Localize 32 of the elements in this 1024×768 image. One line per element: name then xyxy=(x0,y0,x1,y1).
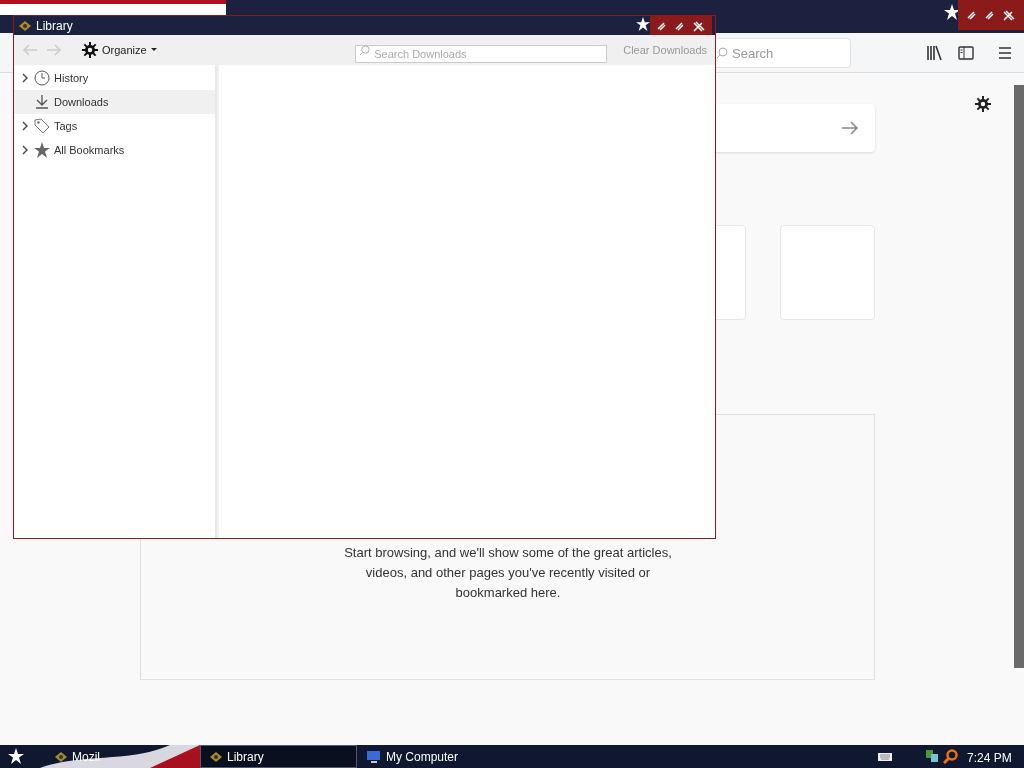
empty-message: Start browsing, and we'll show some of the great articles, videos, and other pages you've recently visited or bookmarked here. xyxy=(343,544,673,602)
star-icon xyxy=(944,4,960,20)
app-icon xyxy=(54,750,68,763)
download-icon xyxy=(34,94,50,110)
search-icon xyxy=(359,45,371,56)
taskbar-button[interactable]: Library xyxy=(200,745,357,768)
network-icon[interactable] xyxy=(925,749,939,763)
settings-icon[interactable] xyxy=(975,96,991,112)
app-icon xyxy=(18,19,32,32)
clock-icon xyxy=(34,70,50,86)
caret-icon xyxy=(150,48,157,52)
computer-icon xyxy=(366,749,382,764)
arrow-right-icon[interactable] xyxy=(841,121,859,135)
scrollbar[interactable] xyxy=(1014,85,1024,668)
browser-tab[interactable] xyxy=(0,0,226,15)
search-icon xyxy=(716,47,728,59)
settings-icon[interactable] xyxy=(82,42,98,58)
magnifier-icon[interactable] xyxy=(943,749,958,764)
top-site-tile[interactable] xyxy=(780,225,875,320)
menu-icon[interactable] xyxy=(997,46,1013,60)
tag-icon xyxy=(34,118,50,134)
sidebar-icon[interactable] xyxy=(958,45,974,61)
taskbar-button[interactable]: My Computer xyxy=(357,745,517,768)
organize-button[interactable]: Organize xyxy=(82,41,157,59)
clock: 7:24 PM xyxy=(967,750,1012,767)
window-title: Library xyxy=(36,17,73,35)
library-icon[interactable] xyxy=(926,45,942,61)
app-icon xyxy=(209,750,223,763)
sidebar-item[interactable]: Downloads xyxy=(14,90,215,114)
star-icon xyxy=(34,142,50,158)
star-icon xyxy=(8,748,24,764)
star-icon xyxy=(636,17,650,31)
